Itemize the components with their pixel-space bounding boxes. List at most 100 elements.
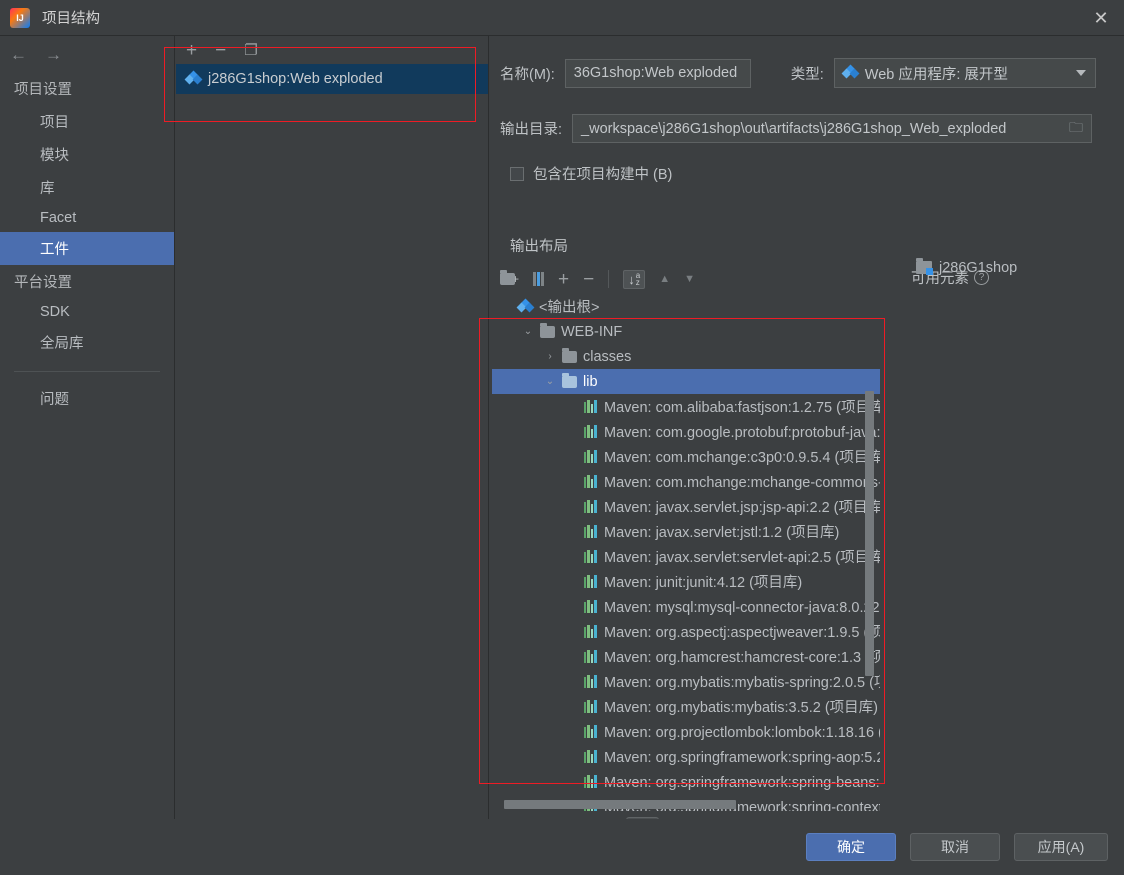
- library-icon: [584, 650, 598, 663]
- tree-node-label: classes: [583, 348, 632, 365]
- library-icon: [584, 550, 598, 563]
- tree-node[interactable]: ⌄ WEB-INF: [492, 319, 880, 344]
- tree-node[interactable]: Maven: junit:junit:4.12 (项目库): [492, 569, 880, 594]
- output-layout-tree[interactable]: <输出根> ⌄ WEB-INF › classes ⌄ lib Maven: com.alib…: [492, 294, 880, 811]
- artifact-list-item-label: j286G1shop:Web exploded: [208, 71, 383, 87]
- type-label: 类型:: [790, 66, 824, 83]
- available-elements-tree[interactable]: j286G1shop: [880, 255, 1120, 775]
- library-icon: [584, 475, 598, 488]
- folder-open-icon[interactable]: 🗀: [1069, 117, 1083, 141]
- artifact-type-select[interactable]: Web 应用程序: 展开型: [833, 58, 1096, 88]
- tree-node[interactable]: Maven: mysql:mysql-connector-java:8.0.22…: [492, 594, 880, 619]
- folder-icon: [562, 347, 577, 363]
- sidebar-group-project-settings: 项目设置: [14, 82, 72, 98]
- tree-node[interactable]: Maven: org.hamcrest:hamcrest-core:1.3 (项…: [492, 644, 880, 669]
- settings-sidebar: ← → 项目设置 项目 模块 库 Facet 工件 平台设置 SDK 全局库 问…: [0, 36, 175, 875]
- sidebar-item-sdks[interactable]: SDK: [0, 298, 174, 326]
- chevron-down-icon: [1075, 70, 1086, 76]
- add-copy-of-button[interactable]: +: [558, 270, 569, 289]
- tree-node-label: Maven: javax.servlet:servlet-api:2.5 (项目…: [604, 550, 880, 566]
- tree-node-label: Maven: org.mybatis:mybatis-spring:2.0.5 …: [604, 675, 880, 691]
- sidebar-item-modules[interactable]: 模块: [0, 138, 174, 171]
- sidebar-item-facets[interactable]: Facet: [0, 204, 174, 232]
- sidebar-item-artifacts[interactable]: 工件: [0, 232, 174, 265]
- tree-node[interactable]: Maven: org.springframework:spring-aop:5.…: [492, 744, 880, 769]
- sidebar-item-problems[interactable]: 问题: [0, 382, 174, 415]
- tree-node[interactable]: › classes: [492, 344, 880, 369]
- library-icon: [584, 700, 598, 713]
- artifact-list-item[interactable]: j286G1shop:Web exploded: [176, 64, 488, 94]
- tree-node[interactable]: Maven: javax.servlet:servlet-api:2.5 (项目…: [492, 544, 880, 569]
- artifact-name-input[interactable]: 36G1shop:Web exploded: [564, 58, 751, 88]
- move-up-button[interactable]: ▲: [659, 273, 670, 285]
- include-in-build-checkbox[interactable]: [510, 166, 524, 181]
- sidebar-group-platform-settings: 平台设置: [14, 275, 72, 291]
- tree-node[interactable]: Maven: com.alibaba:fastjson:1.2.75 (项目库): [492, 394, 880, 419]
- tree-node-label: Maven: com.mchange:mchange-commons-java:…: [604, 475, 880, 491]
- apply-button[interactable]: 应用(A): [1014, 833, 1108, 861]
- tree-vertical-scrollbar[interactable]: [865, 391, 874, 676]
- tree-horizontal-scrollbar[interactable]: [504, 800, 736, 809]
- move-down-button[interactable]: ▼: [684, 273, 695, 285]
- tree-node[interactable]: Maven: com.mchange:c3p0:0.9.5.4 (项目库): [492, 444, 880, 469]
- create-directory-button[interactable]: +: [500, 270, 519, 285]
- remove-artifact-button[interactable]: −: [215, 41, 226, 60]
- tree-node-label: Maven: com.google.protobuf:protobuf-java…: [604, 425, 880, 441]
- sort-by-name-button[interactable]: ↓ az: [623, 269, 646, 289]
- tree-node-label: Maven: org.projectlombok:lombok:1.18.16 …: [604, 725, 880, 741]
- tree-node[interactable]: Maven: org.mybatis:mybatis:3.5.2 (项目库): [492, 694, 880, 719]
- tree-node-label: Maven: com.alibaba:fastjson:1.2.75 (项目库): [604, 400, 880, 416]
- dialog-button-bar: 确定 取消 应用(A) CSDN @爱打羽球的码猿: [0, 819, 1124, 875]
- tree-node-label: Maven: org.aspectj:aspectjweaver:1.9.5 (…: [604, 625, 880, 641]
- add-artifact-button[interactable]: +: [186, 41, 197, 60]
- sidebar-divider: [14, 371, 160, 372]
- tree-node[interactable]: Maven: org.aspectj:aspectjweaver:1.9.5 (…: [492, 619, 880, 644]
- sidebar-item-libraries[interactable]: 库: [0, 171, 174, 204]
- create-archive-button[interactable]: [533, 272, 545, 286]
- chevron-down-icon[interactable]: ⌄: [522, 326, 534, 337]
- sidebar-item-project[interactable]: 项目: [0, 105, 174, 138]
- tree-node-label: Maven: javax.servlet.jsp:jsp-api:2.2 (项目…: [604, 500, 880, 516]
- tree-node[interactable]: Maven: com.google.protobuf:protobuf-java…: [492, 419, 880, 444]
- tree-node[interactable]: Maven: org.springframework:spring-beans:…: [492, 769, 880, 794]
- back-arrow-icon[interactable]: ←: [10, 46, 27, 63]
- tree-node[interactable]: Maven: javax.servlet:jstl:1.2 (项目库): [492, 519, 880, 544]
- include-in-build-label: 包含在项目构建中 (B): [533, 167, 673, 183]
- cancel-button[interactable]: 取消: [910, 833, 1000, 861]
- artifact-icon: [184, 70, 203, 86]
- copy-artifact-button[interactable]: ❐: [244, 43, 257, 58]
- tree-node-label: Maven: javax.servlet:jstl:1.2 (项目库): [604, 525, 840, 541]
- tree-node[interactable]: Maven: org.mybatis:mybatis-spring:2.0.5 …: [492, 669, 880, 694]
- tree-node[interactable]: Maven: org.projectlombok:lombok:1.18.16 …: [492, 719, 880, 744]
- available-element-label: j286G1shop: [939, 259, 1018, 276]
- intellij-idea-logo-icon: [10, 7, 30, 28]
- title-bar: 项目结构 ✕: [0, 0, 1124, 36]
- tree-node[interactable]: <输出根>: [492, 294, 880, 319]
- forward-arrow-icon[interactable]: →: [45, 46, 62, 63]
- library-icon: [584, 500, 598, 513]
- sidebar-item-global-libraries[interactable]: 全局库: [0, 326, 174, 359]
- include-in-build-row[interactable]: 包含在项目构建中 (B): [510, 163, 672, 184]
- project-structure-dialog: 项目结构 ✕ ← → 项目设置 项目 模块 库 Facet 工件 平台设置 SD…: [0, 0, 1124, 875]
- tree-node-label: Maven: mysql:mysql-connector-java:8.0.22…: [604, 600, 880, 616]
- dialog-title: 项目结构: [42, 11, 100, 27]
- tree-node-label: Maven: junit:junit:4.12 (项目库): [604, 575, 803, 591]
- available-element-item[interactable]: j286G1shop: [880, 255, 1120, 280]
- tree-node[interactable]: Maven: com.mchange:mchange-commons-java:…: [492, 469, 880, 494]
- module-icon: [916, 258, 933, 275]
- output-directory-input[interactable]: _workspace\j286G1shop\out\artifacts\j286…: [572, 114, 1093, 143]
- chevron-down-icon[interactable]: ⌄: [544, 376, 556, 387]
- tree-node-label: Maven: org.hamcrest:hamcrest-core:1.3 (项…: [604, 650, 880, 666]
- chevron-right-icon[interactable]: ›: [544, 351, 556, 362]
- folder-icon: [562, 372, 577, 388]
- output-layout-title: 输出布局: [510, 239, 568, 255]
- library-icon: [584, 775, 598, 788]
- tree-node[interactable]: ⌄ lib: [492, 369, 880, 394]
- library-icon: [584, 750, 598, 763]
- close-icon[interactable]: ✕: [1078, 0, 1124, 36]
- tree-node[interactable]: Maven: javax.servlet.jsp:jsp-api:2.2 (项目…: [492, 494, 880, 519]
- ok-button[interactable]: 确定: [806, 833, 896, 861]
- library-icon: [584, 600, 598, 613]
- remove-element-button[interactable]: −: [583, 270, 594, 289]
- output-directory-value: _workspace\j286G1shop\out\artifacts\j286…: [581, 120, 1007, 137]
